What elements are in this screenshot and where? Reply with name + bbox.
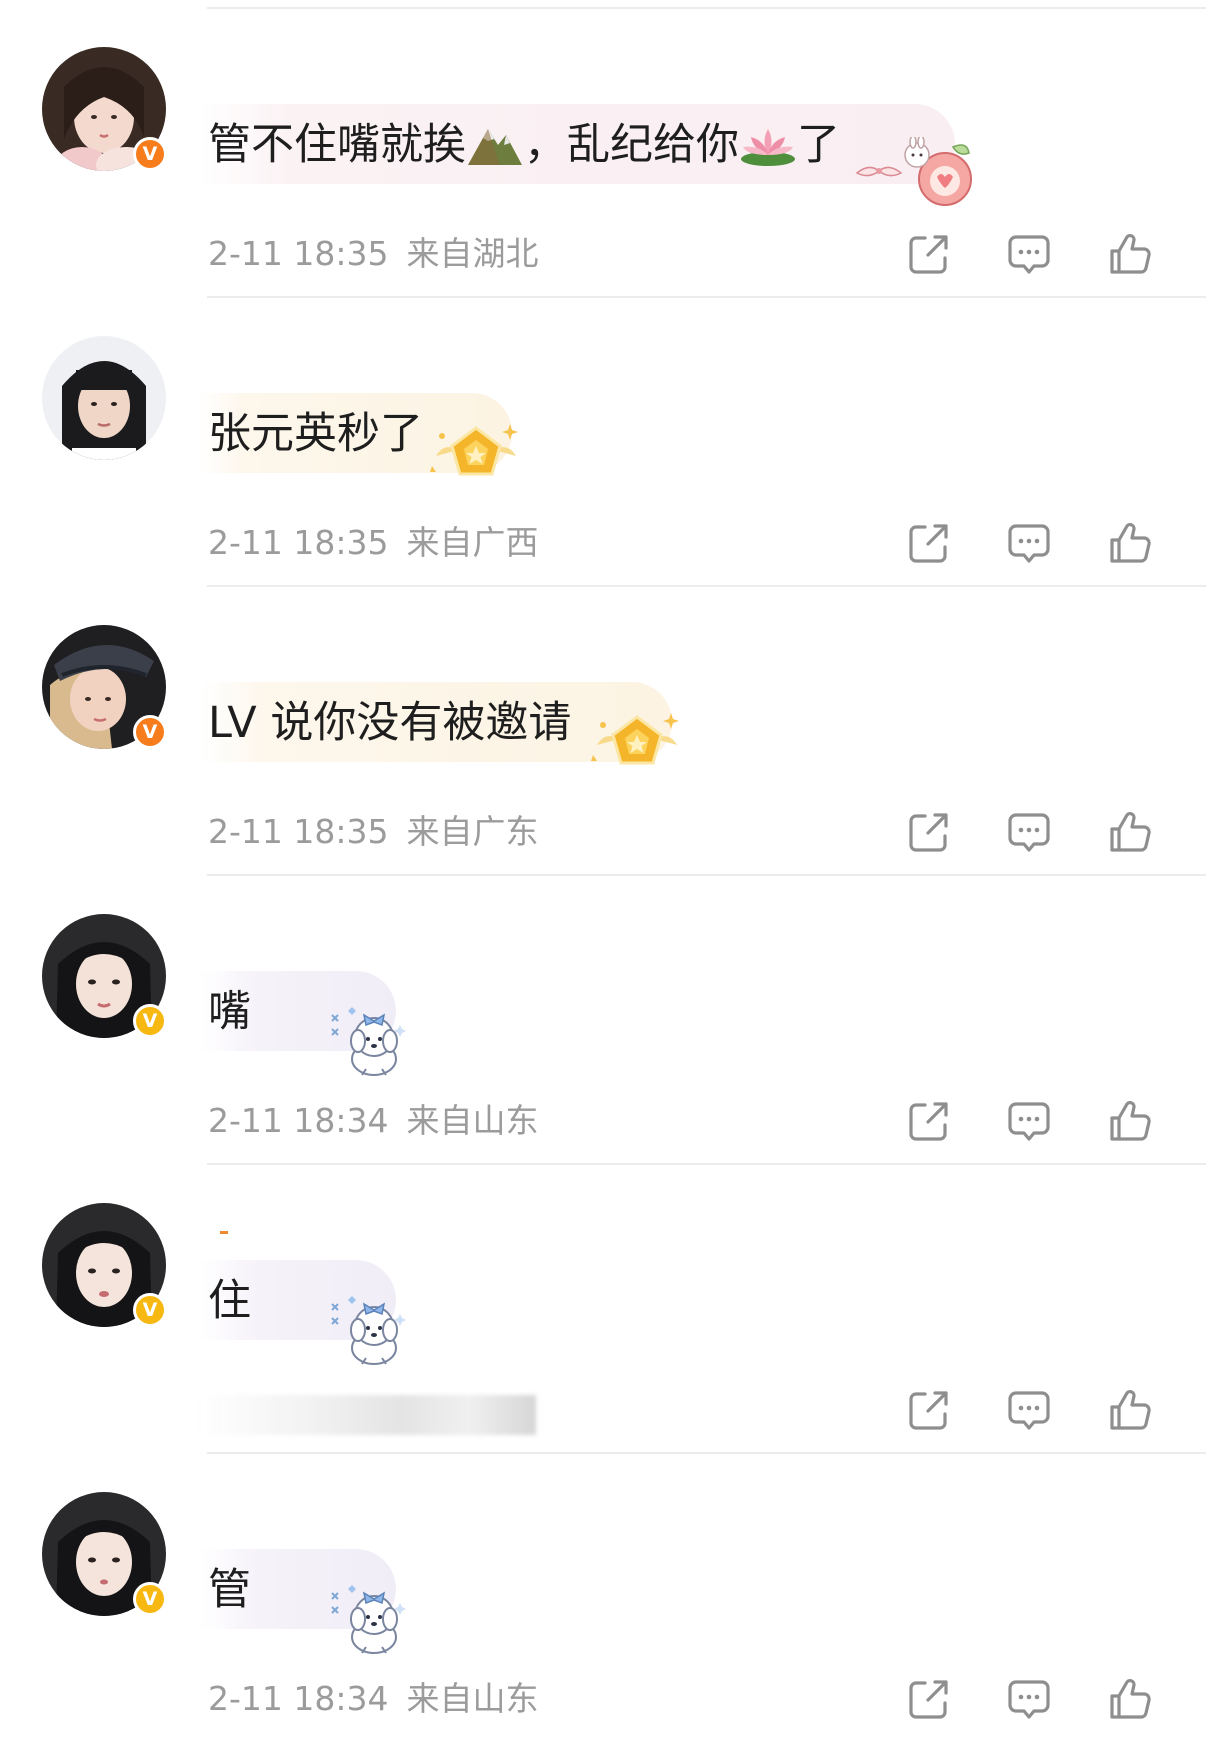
timestamp: 2-11 18:34 (208, 1679, 389, 1718)
comment-icon[interactable] (1006, 520, 1052, 566)
comment-text: 张元英秒了 (208, 409, 423, 459)
location: 来自山东 (406, 1101, 539, 1140)
verified-badge: V (133, 1004, 167, 1038)
verified-badge: V (133, 1293, 167, 1327)
bunny-apple-sticker-icon (855, 137, 972, 206)
comment-icon[interactable] (1006, 1387, 1052, 1433)
puppy-bow-sticker-icon (331, 1006, 407, 1076)
like-icon[interactable] (1107, 231, 1153, 277)
comment-icon[interactable] (1006, 231, 1052, 277)
like-icon[interactable] (1107, 1676, 1153, 1722)
puppy-bow-sticker-icon (331, 1584, 407, 1654)
blurred-meta (200, 1395, 536, 1435)
comment-item[interactable]: V 管 2-11 18:34 来自山东 (0, 1454, 1206, 1743)
like-icon[interactable] (1107, 1387, 1153, 1433)
timestamp: 2-11 18:35 (208, 812, 389, 851)
like-icon[interactable] (1107, 520, 1153, 566)
comment-icon[interactable] (1006, 1098, 1052, 1144)
comment-text: 住 (208, 1276, 251, 1326)
verified-badge: V (133, 137, 167, 171)
comment-meta: 2-11 18:34 来自山东 (208, 1676, 539, 1722)
comment-icon[interactable] (1006, 809, 1052, 855)
verified-badge: V (133, 715, 167, 749)
comment-meta: 2-11 18:34 来自山东 (208, 1098, 539, 1144)
share-icon[interactable] (906, 1676, 952, 1722)
avatar[interactable] (42, 336, 166, 460)
location: 来自山东 (406, 1679, 539, 1718)
timestamp: 2-11 18:35 (208, 234, 389, 273)
comment-icon[interactable] (1006, 1676, 1052, 1722)
orange-mark (220, 1231, 228, 1234)
comment-text: 管 (208, 1565, 251, 1615)
puppy-bow-sticker-icon (331, 1295, 407, 1365)
share-icon[interactable] (906, 231, 952, 277)
location: 来自广西 (406, 523, 539, 562)
comment-item[interactable]: 张元英秒了 2-11 18:35 来自广西 (0, 298, 1206, 587)
share-icon[interactable] (906, 809, 952, 855)
location: 来自湖北 (406, 234, 539, 273)
verified-badge: V (133, 1582, 167, 1616)
mountain-emoji-icon (468, 128, 522, 165)
comment-meta: 2-11 18:35 来自湖北 (208, 231, 539, 277)
like-icon[interactable] (1107, 809, 1153, 855)
comment-item[interactable]: V 嘴 2-11 18:34 来自山东 (0, 876, 1206, 1165)
location: 来自广东 (406, 812, 539, 851)
share-icon[interactable] (906, 1387, 952, 1433)
gold-pentagon-badge-icon (591, 711, 681, 765)
share-icon[interactable] (906, 1098, 952, 1144)
gold-pentagon-badge-icon (430, 422, 520, 476)
comment-text: 嘴 (208, 987, 251, 1037)
timestamp: 2-11 18:34 (208, 1101, 389, 1140)
lotus-emoji-icon (741, 128, 795, 166)
comment-text: LV 说你没有被邀请 (208, 698, 572, 748)
comment-text: 管不住嘴就挨 ，乱纪给你了 (208, 120, 840, 170)
timestamp: 2-11 18:35 (208, 523, 389, 562)
share-icon[interactable] (906, 520, 952, 566)
comment-item[interactable]: V 管不住嘴就挨 ，乱纪给你了 2-11 18:35 来自湖北 (0, 9, 1206, 298)
like-icon[interactable] (1107, 1098, 1153, 1144)
comment-meta: 2-11 18:35 来自广西 (208, 520, 539, 566)
comment-meta: 2-11 18:35 来自广东 (208, 809, 539, 855)
comment-item[interactable]: V 住 (0, 1165, 1206, 1454)
comment-item[interactable]: V LV 说你没有被邀请 2-11 18:35 来自广东 (0, 587, 1206, 876)
